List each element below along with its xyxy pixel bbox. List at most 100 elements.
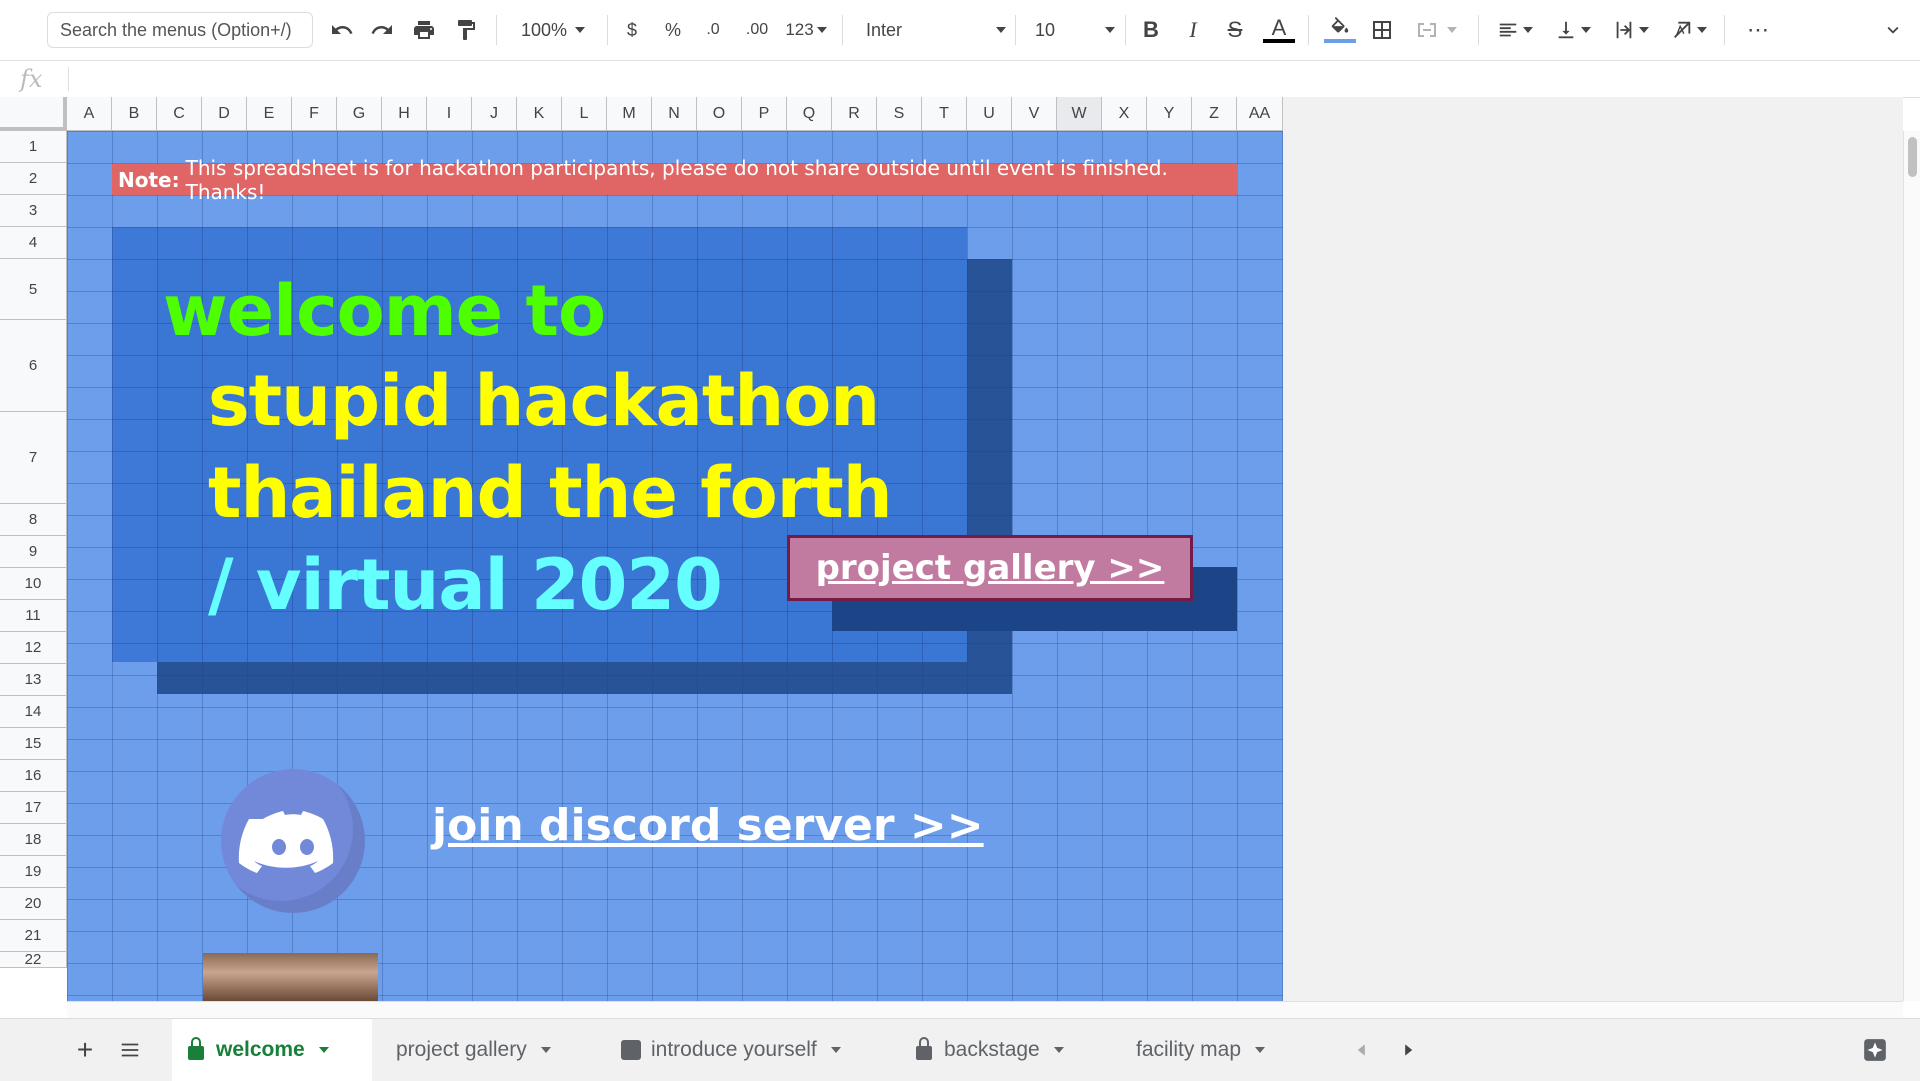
tab-introduce-yourself[interactable]: introduce yourself xyxy=(605,1019,885,1081)
font-family-select[interactable]: Inter xyxy=(866,14,1006,46)
column-header-h[interactable]: H xyxy=(382,97,427,131)
row-header-21[interactable]: 21 xyxy=(0,920,67,952)
project-gallery-link-button[interactable]: project gallery >> xyxy=(787,535,1193,601)
number-format-select[interactable]: 123 xyxy=(781,14,831,46)
align-left-icon[interactable] xyxy=(1492,14,1538,46)
title-line-1: welcome to xyxy=(163,270,606,352)
row-header-10[interactable]: 10 xyxy=(0,568,67,600)
row-header-12[interactable]: 12 xyxy=(0,632,67,664)
column-header-q[interactable]: Q xyxy=(787,97,832,131)
print-icon[interactable] xyxy=(407,14,441,46)
currency-format-button[interactable]: $ xyxy=(618,14,646,46)
fx-icon: fx xyxy=(20,65,43,93)
row-header-7[interactable]: 7 xyxy=(0,412,67,504)
row-header-2[interactable]: 2 xyxy=(0,163,67,195)
column-header-l[interactable]: L xyxy=(562,97,607,131)
row-header-17[interactable]: 17 xyxy=(0,792,67,824)
paint-format-icon[interactable] xyxy=(449,14,483,46)
undo-icon[interactable] xyxy=(325,14,359,46)
participant-photo[interactable] xyxy=(203,953,378,1001)
sheet-tab-bar: + welcome project gallery introduce your… xyxy=(0,1018,1920,1081)
column-header-d[interactable]: D xyxy=(202,97,247,131)
column-header-e[interactable]: E xyxy=(247,97,292,131)
row-header-3[interactable]: 3 xyxy=(0,195,67,227)
decrease-decimal-button[interactable]: .0 xyxy=(698,14,728,46)
column-header-y[interactable]: Y xyxy=(1147,97,1192,131)
column-header-u[interactable]: U xyxy=(967,97,1012,131)
column-header-c[interactable]: C xyxy=(157,97,202,131)
row-header-9[interactable]: 9 xyxy=(0,536,67,568)
row-header-15[interactable]: 15 xyxy=(0,728,67,760)
lock-icon xyxy=(916,1037,932,1060)
column-header-v[interactable]: V xyxy=(1012,97,1057,131)
column-header-aa[interactable]: AA xyxy=(1237,97,1283,131)
column-header-g[interactable]: G xyxy=(337,97,382,131)
tab-facility-map[interactable]: facility map xyxy=(1120,1019,1320,1081)
explore-icon[interactable] xyxy=(1858,1034,1892,1066)
select-all-corner[interactable] xyxy=(0,97,67,131)
row-header-18[interactable]: 18 xyxy=(0,824,67,856)
row-header-5[interactable]: 5 xyxy=(0,259,67,320)
scroll-tabs-left-icon[interactable] xyxy=(1350,1034,1374,1066)
column-header-p[interactable]: P xyxy=(742,97,787,131)
column-header-b[interactable]: B xyxy=(112,97,157,131)
column-header-o[interactable]: O xyxy=(697,97,742,131)
collapse-toolbar-icon[interactable] xyxy=(1876,14,1910,46)
font-size-select[interactable]: 10 xyxy=(1035,14,1115,46)
horizontal-scrollbar[interactable] xyxy=(67,1001,1903,1019)
add-sheet-icon[interactable]: + xyxy=(70,1034,100,1066)
row-header-6[interactable]: 6 xyxy=(0,320,67,412)
text-wrap-icon[interactable] xyxy=(1608,14,1654,46)
percent-format-button[interactable]: % xyxy=(659,14,687,46)
fill-color-icon[interactable] xyxy=(1322,14,1358,46)
column-header-t[interactable]: T xyxy=(922,97,967,131)
column-header-i[interactable]: I xyxy=(427,97,472,131)
italic-button[interactable]: I xyxy=(1179,14,1207,46)
sheet-empty-area xyxy=(1283,97,1903,1001)
row-header-13[interactable]: 13 xyxy=(0,664,67,696)
all-sheets-icon[interactable] xyxy=(115,1034,145,1066)
search-menus-input[interactable]: Search the menus (Option+/) xyxy=(47,12,313,48)
column-header-k[interactable]: K xyxy=(517,97,562,131)
note-label: Note: xyxy=(118,167,180,192)
row-header-16[interactable]: 16 xyxy=(0,760,67,792)
text-rotation-icon[interactable] xyxy=(1666,14,1712,46)
column-header-x[interactable]: X xyxy=(1102,97,1147,131)
vertical-scrollbar[interactable] xyxy=(1903,131,1920,1001)
column-header-s[interactable]: S xyxy=(877,97,922,131)
column-header-m[interactable]: M xyxy=(607,97,652,131)
merge-cells-icon[interactable] xyxy=(1408,14,1464,46)
row-header-14[interactable]: 14 xyxy=(0,696,67,728)
text-color-button[interactable]: A xyxy=(1262,14,1296,46)
column-header-j[interactable]: J xyxy=(472,97,517,131)
row-header-20[interactable]: 20 xyxy=(0,888,67,920)
column-header-z[interactable]: Z xyxy=(1192,97,1237,131)
row-header-4[interactable]: 4 xyxy=(0,227,67,259)
toolbar: Search the menus (Option+/) 100% $ % .0 … xyxy=(0,0,1920,61)
column-header-n[interactable]: N xyxy=(652,97,697,131)
zoom-select[interactable]: 100% xyxy=(508,14,598,46)
join-discord-link[interactable]: join discord server >> xyxy=(432,800,984,851)
column-header-f[interactable]: F xyxy=(292,97,337,131)
borders-icon[interactable] xyxy=(1365,14,1399,46)
row-header-22[interactable]: 22 xyxy=(0,951,67,968)
row-header-11[interactable]: 11 xyxy=(0,600,67,632)
column-header-a[interactable]: A xyxy=(67,97,112,131)
more-options-icon[interactable]: ⋯ xyxy=(1738,14,1778,46)
formula-bar[interactable]: fx xyxy=(0,61,1920,98)
vertical-align-icon[interactable] xyxy=(1550,14,1596,46)
strikethrough-button[interactable]: S xyxy=(1221,14,1249,46)
column-header-r[interactable]: R xyxy=(832,97,877,131)
tab-project-gallery[interactable]: project gallery xyxy=(380,1019,590,1081)
redo-icon[interactable] xyxy=(365,14,399,46)
tab-backstage[interactable]: backstage xyxy=(900,1019,1100,1081)
column-header-w[interactable]: W xyxy=(1057,97,1102,131)
row-header-19[interactable]: 19 xyxy=(0,856,67,888)
row-header-1[interactable]: 1 xyxy=(0,131,67,163)
discord-icon[interactable] xyxy=(221,769,365,913)
increase-decimal-button[interactable]: .00 xyxy=(739,14,775,46)
row-header-8[interactable]: 8 xyxy=(0,504,67,536)
tab-welcome[interactable]: welcome xyxy=(172,1019,372,1081)
scroll-tabs-right-icon[interactable] xyxy=(1396,1034,1420,1066)
bold-button[interactable]: B xyxy=(1137,14,1165,46)
